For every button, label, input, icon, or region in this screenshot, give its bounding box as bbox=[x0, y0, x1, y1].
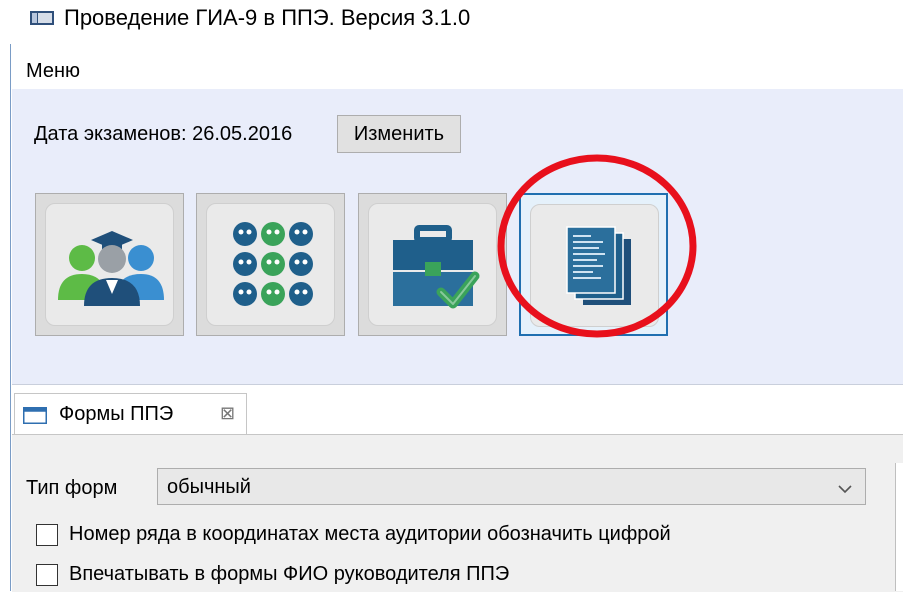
form-type-value: обычный bbox=[167, 476, 251, 498]
toolbar-area: Дата экзаменов: 26.05.2016 Изменить bbox=[12, 89, 903, 384]
checkbox-label: Впечатывать в формы ФИО руководителя ППЭ bbox=[69, 563, 510, 585]
menu-item-menu[interactable]: Меню bbox=[26, 58, 80, 84]
briefcase-check-icon bbox=[393, 225, 480, 309]
auditorium-seats-button[interactable] bbox=[196, 193, 345, 336]
tab-forms-ppe[interactable]: Формы ППЭ ⊠ bbox=[14, 393, 247, 435]
form-type-label: Тип форм bbox=[26, 477, 118, 499]
participants-icon bbox=[58, 231, 164, 306]
panel-divider bbox=[12, 384, 903, 385]
documents-button[interactable] bbox=[519, 193, 668, 336]
title-bar: Проведение ГИА-9 в ППЭ. Версия 3.1.0 bbox=[0, 0, 903, 44]
change-date-button[interactable]: Изменить bbox=[337, 115, 461, 153]
menu-bar: Меню bbox=[12, 54, 903, 88]
scrollbar-edge[interactable] bbox=[895, 463, 903, 591]
checkbox-label: Номер ряда в координатах места аудитории… bbox=[69, 523, 671, 545]
app-window-icon bbox=[30, 9, 54, 27]
documents-icon bbox=[566, 226, 631, 305]
auditorium-seats-icon bbox=[233, 222, 313, 306]
tab-label: Формы ППЭ bbox=[59, 403, 174, 425]
window-title: Проведение ГИА-9 в ППЭ. Версия 3.1.0 bbox=[64, 5, 471, 30]
row-number-digit-checkbox[interactable] bbox=[36, 524, 58, 546]
print-head-name-checkbox[interactable] bbox=[36, 564, 58, 586]
close-icon[interactable]: ⊠ bbox=[220, 402, 235, 424]
window-left-border bbox=[10, 0, 11, 591]
chevron-down-icon bbox=[838, 481, 852, 494]
form-type-select[interactable]: обычный bbox=[157, 468, 866, 505]
briefcase-check-button[interactable] bbox=[358, 193, 507, 336]
participants-button[interactable] bbox=[35, 193, 184, 336]
exam-date-label: Дата экзаменов: 26.05.2016 bbox=[34, 123, 293, 145]
window-icon bbox=[23, 407, 47, 424]
